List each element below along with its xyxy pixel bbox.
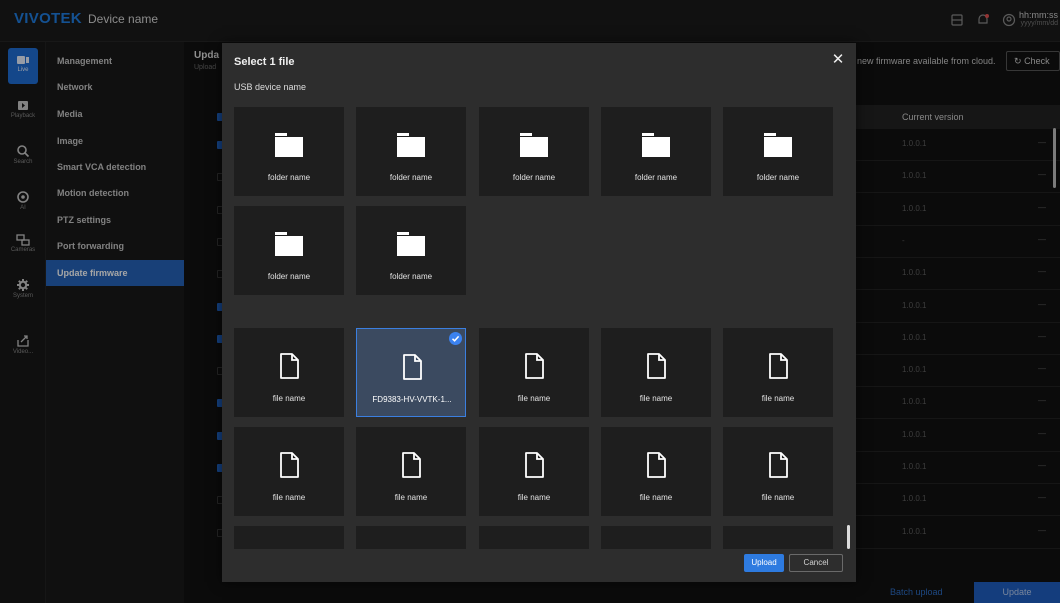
folder-tile[interactable]: folder name	[234, 206, 344, 295]
file-tile-partial[interactable]	[723, 526, 833, 549]
folder-tile[interactable]: folder name	[479, 107, 589, 196]
file-icon	[641, 451, 671, 479]
folder-icon	[763, 131, 793, 159]
file-tile[interactable]: file name	[234, 427, 344, 516]
file-tile[interactable]: FD9383-HV-VVTK-1...	[356, 328, 466, 417]
file-icon	[763, 352, 793, 380]
file-name: file name	[272, 394, 306, 403]
close-icon[interactable]: ✕	[830, 52, 846, 68]
folder-name: folder name	[756, 173, 800, 182]
file-name: file name	[761, 394, 795, 403]
file-tile-partial[interactable]	[479, 526, 589, 549]
usb-device-name: USB device name	[234, 82, 307, 92]
upload-button[interactable]: Upload	[744, 554, 784, 572]
folder-name: folder name	[267, 272, 311, 281]
file-name: file name	[639, 493, 673, 502]
select-file-dialog: Select 1 file ✕ USB device name folder n…	[222, 43, 856, 582]
dialog-title: Select 1 file	[234, 56, 295, 68]
file-tile[interactable]: file name	[601, 328, 711, 417]
folder-icon	[274, 131, 304, 159]
file-name: file name	[272, 493, 306, 502]
file-tile[interactable]: file name	[723, 427, 833, 516]
file-grid: folder name folder name folder name folder …	[222, 107, 856, 549]
folder-tile[interactable]: folder name	[234, 107, 344, 196]
folder-icon	[396, 230, 426, 258]
folder-tile[interactable]: folder name	[356, 107, 466, 196]
folder-name: folder name	[389, 173, 433, 182]
file-name: FD9383-HV-VVTK-1...	[372, 395, 452, 404]
file-name: file name	[517, 394, 551, 403]
file-icon	[396, 451, 426, 479]
file-tile-partial[interactable]	[234, 526, 344, 549]
file-tile-partial[interactable]	[601, 526, 711, 549]
file-tile[interactable]: file name	[479, 328, 589, 417]
file-tile[interactable]: file name	[234, 328, 344, 417]
file-icon	[641, 352, 671, 380]
file-name: file name	[394, 493, 428, 502]
file-icon	[274, 451, 304, 479]
folder-tile[interactable]: folder name	[723, 107, 833, 196]
selected-check-icon	[449, 332, 462, 345]
file-icon	[519, 352, 549, 380]
file-name: file name	[639, 394, 673, 403]
folder-icon	[519, 131, 549, 159]
cancel-button[interactable]: Cancel	[789, 554, 843, 572]
folder-icon	[641, 131, 671, 159]
file-tile[interactable]: file name	[723, 328, 833, 417]
folder-tile[interactable]: folder name	[356, 206, 466, 295]
file-name: file name	[517, 493, 551, 502]
file-tile[interactable]: file name	[356, 427, 466, 516]
file-icon	[397, 353, 427, 381]
folder-icon	[396, 131, 426, 159]
folder-name: folder name	[512, 173, 556, 182]
file-icon	[763, 451, 793, 479]
file-tile[interactable]: file name	[479, 427, 589, 516]
folder-tile[interactable]: folder name	[601, 107, 711, 196]
file-tile-partial[interactable]	[356, 526, 466, 549]
folder-name: folder name	[634, 173, 678, 182]
file-icon	[274, 352, 304, 380]
folder-name: folder name	[389, 272, 433, 281]
file-tile[interactable]: file name	[601, 427, 711, 516]
folder-name: folder name	[267, 173, 311, 182]
file-name: file name	[761, 493, 795, 502]
dialog-scrollbar[interactable]	[847, 525, 850, 549]
folder-icon	[274, 230, 304, 258]
file-icon	[519, 451, 549, 479]
